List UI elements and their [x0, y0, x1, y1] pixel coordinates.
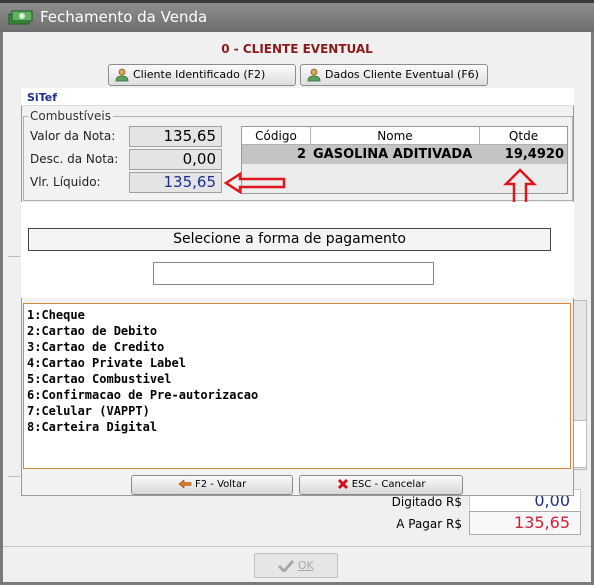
desc-nota-label: Desc. da Nota: — [30, 152, 119, 166]
window-title: Fechamento da Venda — [40, 8, 208, 26]
tab-label: Cliente Identificado (F2) — [133, 68, 266, 81]
bg-divider — [8, 256, 20, 257]
grid-cell-codigo: 2 — [296, 147, 306, 162]
desc-nota-value: 0,00 — [129, 149, 222, 170]
payment-options-list[interactable]: 1:Cheque 2:Cartao de Debito 3:Cartao de … — [23, 303, 571, 469]
bottom-separator — [3, 546, 591, 547]
list-item[interactable]: 7:Celular (VAPPT) — [27, 403, 567, 419]
cancel-button[interactable]: ESC - Cancelar — [299, 475, 463, 495]
grid-header-codigo: Código — [242, 127, 311, 145]
list-item[interactable]: 5:Cartao Combustivel — [27, 371, 567, 387]
sitef-title: SiTef — [27, 91, 57, 104]
payment-input[interactable] — [153, 262, 434, 285]
list-item[interactable]: 8:Carteira Digital — [27, 419, 567, 435]
sitef-header — [21, 88, 574, 106]
person-icon — [307, 68, 321, 82]
apagar-value: 135,65 — [469, 511, 581, 535]
valor-nota-value: 135,65 — [129, 126, 222, 147]
ok-button[interactable]: OK — [254, 553, 338, 578]
back-arrow-icon — [178, 479, 192, 489]
ok-label: OK — [297, 559, 314, 572]
vlr-liquido-value: 135,65 — [129, 172, 222, 193]
back-label: F2 - Voltar — [194, 479, 247, 490]
tab-label: Dados Cliente Eventual (F6) — [325, 68, 479, 81]
list-item[interactable]: 3:Cartao de Credito — [27, 339, 567, 355]
tab-cliente-identificado[interactable]: Cliente Identificado (F2) — [108, 64, 296, 86]
apagar-label: A Pagar R$ — [396, 517, 462, 531]
grid-header-nome: Nome — [311, 127, 480, 145]
arrow-left-annotation — [224, 172, 286, 194]
list-item[interactable]: 1:Cheque — [27, 307, 567, 323]
payment-prompt: Selecione a forma de pagamento — [28, 228, 551, 251]
close-icon — [337, 478, 348, 490]
check-icon — [278, 559, 295, 574]
tab-dados-cliente-eventual[interactable]: Dados Cliente Eventual (F6) — [300, 64, 488, 86]
grid-cell-qtde: 19,4920 — [504, 147, 564, 162]
table-row[interactable]: 2 GASOLINA ADITIVADA 19,4920 — [242, 145, 567, 164]
combustiveis-legend: Combustíveis — [28, 109, 113, 123]
list-item[interactable]: 4:Cartao Private Label — [27, 355, 567, 371]
back-button[interactable]: F2 - Voltar — [131, 475, 293, 495]
digitado-label: Digitado R$ — [391, 495, 462, 509]
window-titlebar: Fechamento da Venda — [0, 3, 594, 32]
person-icon — [115, 68, 129, 82]
client-heading: 0 - CLIENTE EVENTUAL — [221, 42, 373, 56]
bg-divider — [8, 476, 20, 477]
grid-header-qtde: Qtde — [480, 127, 567, 145]
valor-nota-label: Valor da Nota: — [30, 129, 116, 143]
list-item[interactable]: 6:Confirmacao de Pre-autorizacao — [27, 387, 567, 403]
background-panel-edge — [573, 420, 587, 468]
grid-cell-nome: GASOLINA ADITIVADA — [313, 147, 473, 162]
list-item[interactable]: 2:Cartao de Debito — [27, 323, 567, 339]
cancel-label: ESC - Cancelar — [351, 479, 426, 490]
vlr-liquido-label: Vlr. Líquido: — [30, 175, 101, 189]
money-icon — [8, 10, 33, 25]
